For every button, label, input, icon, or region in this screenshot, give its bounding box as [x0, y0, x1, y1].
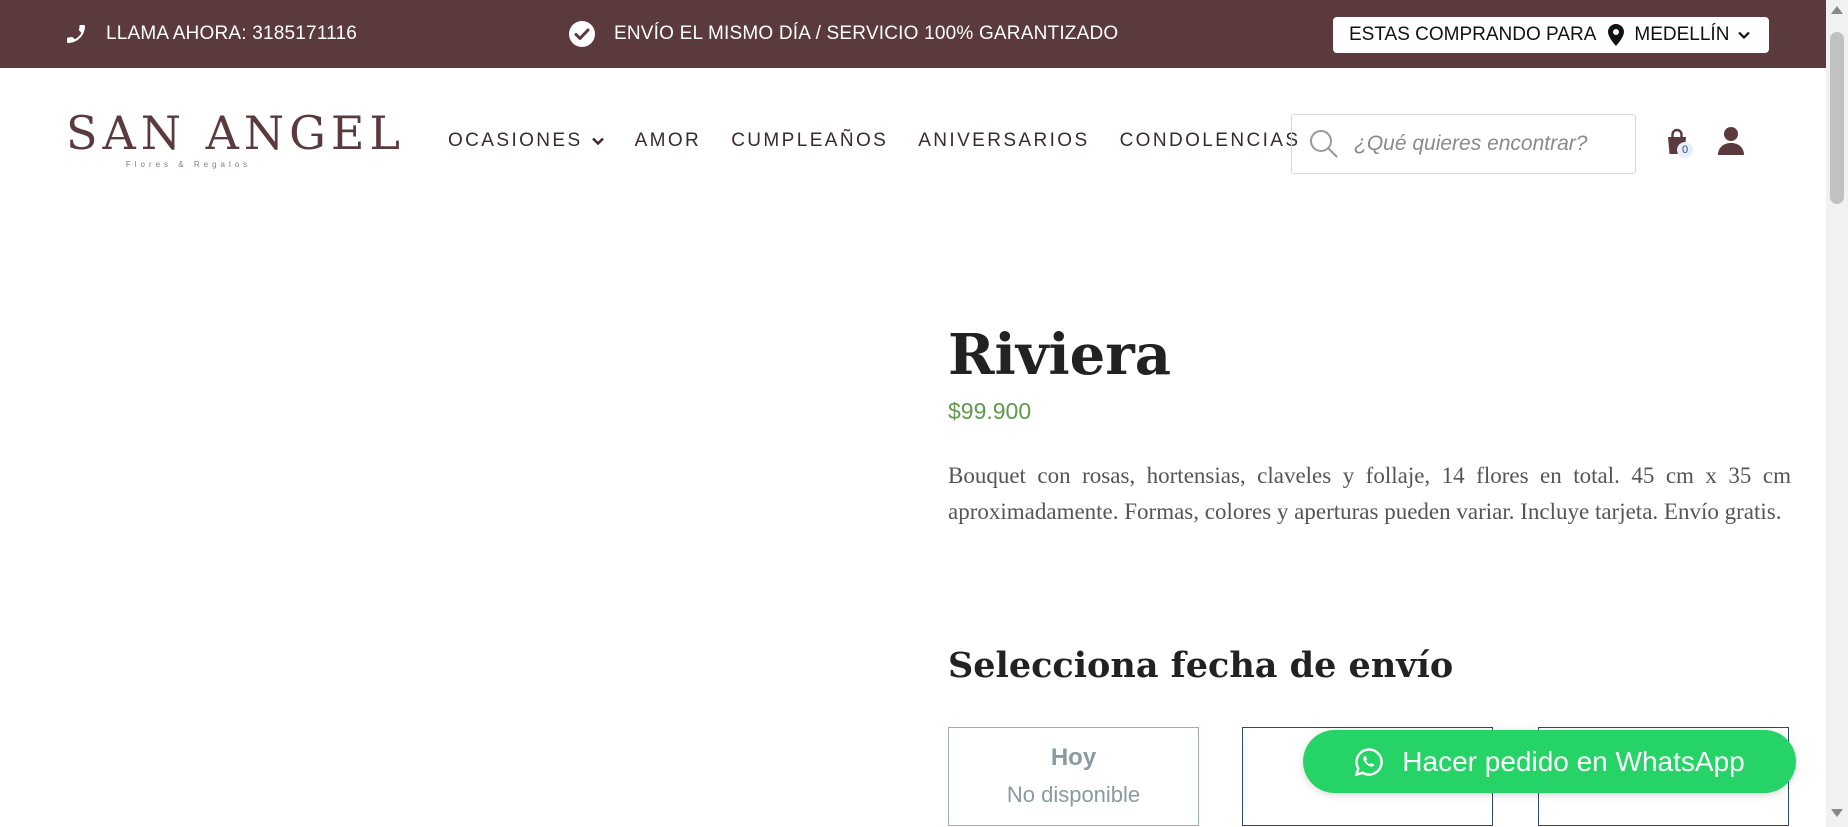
phone-text: LLAMA AHORA: 3185171116 [106, 23, 358, 44]
product-description: Bouquet con rosas, hortensias, claveles … [948, 463, 1791, 524]
whatsapp-icon [1355, 747, 1384, 776]
scroll-up-arrow-icon[interactable] [1831, 6, 1843, 14]
phone-contact[interactable]: LLAMA AHORA: 3185171116 [64, 0, 357, 68]
whatsapp-button-label: Hacer pedido en WhatsApp [1402, 745, 1745, 777]
logo-tagline: Flores & Regalos [125, 160, 252, 169]
nav-item-amor[interactable]: AMOR [635, 130, 702, 152]
nav-label: CONDOLENCIAS [1119, 130, 1301, 151]
main-nav: OCASIONES AMOR CUMPLEAÑOS ANIVERSARIOS C… [448, 130, 1300, 152]
nav-item-aniversarios[interactable]: ANIVERSARIOS [918, 130, 1089, 152]
nav-item-condolencias[interactable]: CONDOLENCIAS [1120, 130, 1301, 152]
account-button[interactable] [1718, 126, 1746, 156]
scroll-thumb[interactable] [1830, 32, 1844, 204]
cart-count-badge: 0 [1677, 142, 1693, 158]
city-prefix: ESTAS COMPRANDO PARA [1349, 24, 1597, 45]
phone-icon [67, 25, 85, 43]
cart-button[interactable]: 0 [1664, 128, 1693, 158]
product-title: Riviera [948, 322, 1172, 388]
chevron-down-icon [591, 137, 604, 146]
search-input[interactable] [1354, 132, 1624, 156]
date-option-today[interactable]: Hoy No disponible [948, 727, 1199, 826]
shipping-notice: ENVÍO EL MISMO DÍA / SERVICIO 100% GARAN… [568, 0, 1118, 68]
nav-label: AMOR [634, 130, 702, 151]
search-box [1291, 114, 1636, 174]
map-pin-icon [1608, 24, 1625, 46]
date-day: Hoy [1050, 744, 1097, 771]
check-circle-icon [569, 21, 595, 47]
city-value: MEDELLÍN [1634, 24, 1730, 45]
page-scrollbar[interactable] [1826, 0, 1848, 827]
nav-label: ANIVERSARIOS [918, 130, 1090, 151]
whatsapp-order-button[interactable]: Hacer pedido en WhatsApp [1303, 730, 1796, 793]
top-bar: LLAMA AHORA: 3185171116 ENVÍO EL MISMO D… [0, 0, 1826, 68]
brand-logo[interactable]: SAN ANGEL Flores & Regalos [66, 106, 405, 174]
search-icon[interactable] [1308, 128, 1340, 160]
nav-item-ocasiones[interactable]: OCASIONES [448, 130, 605, 152]
delivery-section-title: Selecciona fecha de envío [948, 645, 1454, 686]
product-price: $99.900 [948, 398, 1032, 424]
logo-wordmark: SAN ANGEL [66, 106, 405, 160]
city-selector[interactable]: ESTAS COMPRANDO PARA MEDELLÍN [1333, 17, 1769, 53]
scroll-down-arrow-icon[interactable] [1831, 809, 1843, 817]
nav-item-cumpleanos[interactable]: CUMPLEAÑOS [731, 130, 888, 152]
nav-label: OCASIONES [448, 130, 583, 151]
shipping-text: ENVÍO EL MISMO DÍA / SERVICIO 100% GARAN… [614, 23, 1119, 44]
nav-label: CUMPLEAÑOS [731, 130, 889, 151]
chevron-down-icon [1738, 31, 1751, 40]
user-icon [1718, 127, 1744, 155]
date-status: No disponible [1006, 782, 1141, 807]
